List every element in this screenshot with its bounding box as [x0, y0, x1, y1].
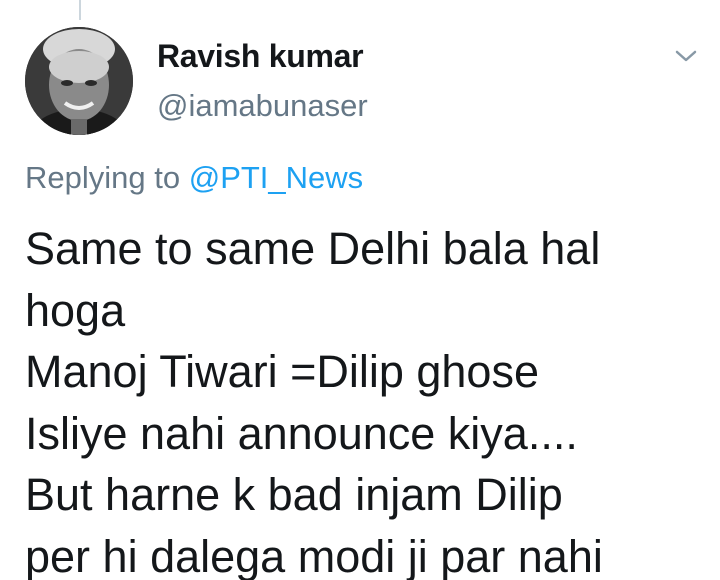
- reply-mention-link[interactable]: @PTI_News: [189, 160, 363, 195]
- reply-prefix: Replying to: [25, 160, 181, 195]
- thread-line: [79, 0, 81, 20]
- tweet-text: Same to same Delhi bala hal hoga Manoj T…: [25, 218, 705, 580]
- avatar[interactable]: [25, 27, 133, 135]
- tweet-text-line: Same to same Delhi bala hal: [25, 223, 601, 274]
- tweet-text-line: Isliye nahi announce kiya....: [25, 407, 578, 459]
- tweet-text-line: hoga: [25, 284, 126, 336]
- tweet-card: Ravish kumar @iamabunaser Replying to @P…: [0, 0, 720, 580]
- author-handle[interactable]: @iamabunaser: [157, 88, 368, 124]
- author-name[interactable]: Ravish kumar: [157, 38, 364, 75]
- chevron-down-icon[interactable]: [672, 44, 700, 68]
- reply-context: Replying to @PTI_News: [25, 160, 363, 196]
- tweet-text-line: per hi dalega modi ji par nahi: [25, 530, 603, 580]
- tweet-text-line: Manoj Tiwari =Dilip ghose: [25, 346, 539, 397]
- tweet-text-line: But harne k bad injam Dilip: [25, 469, 563, 520]
